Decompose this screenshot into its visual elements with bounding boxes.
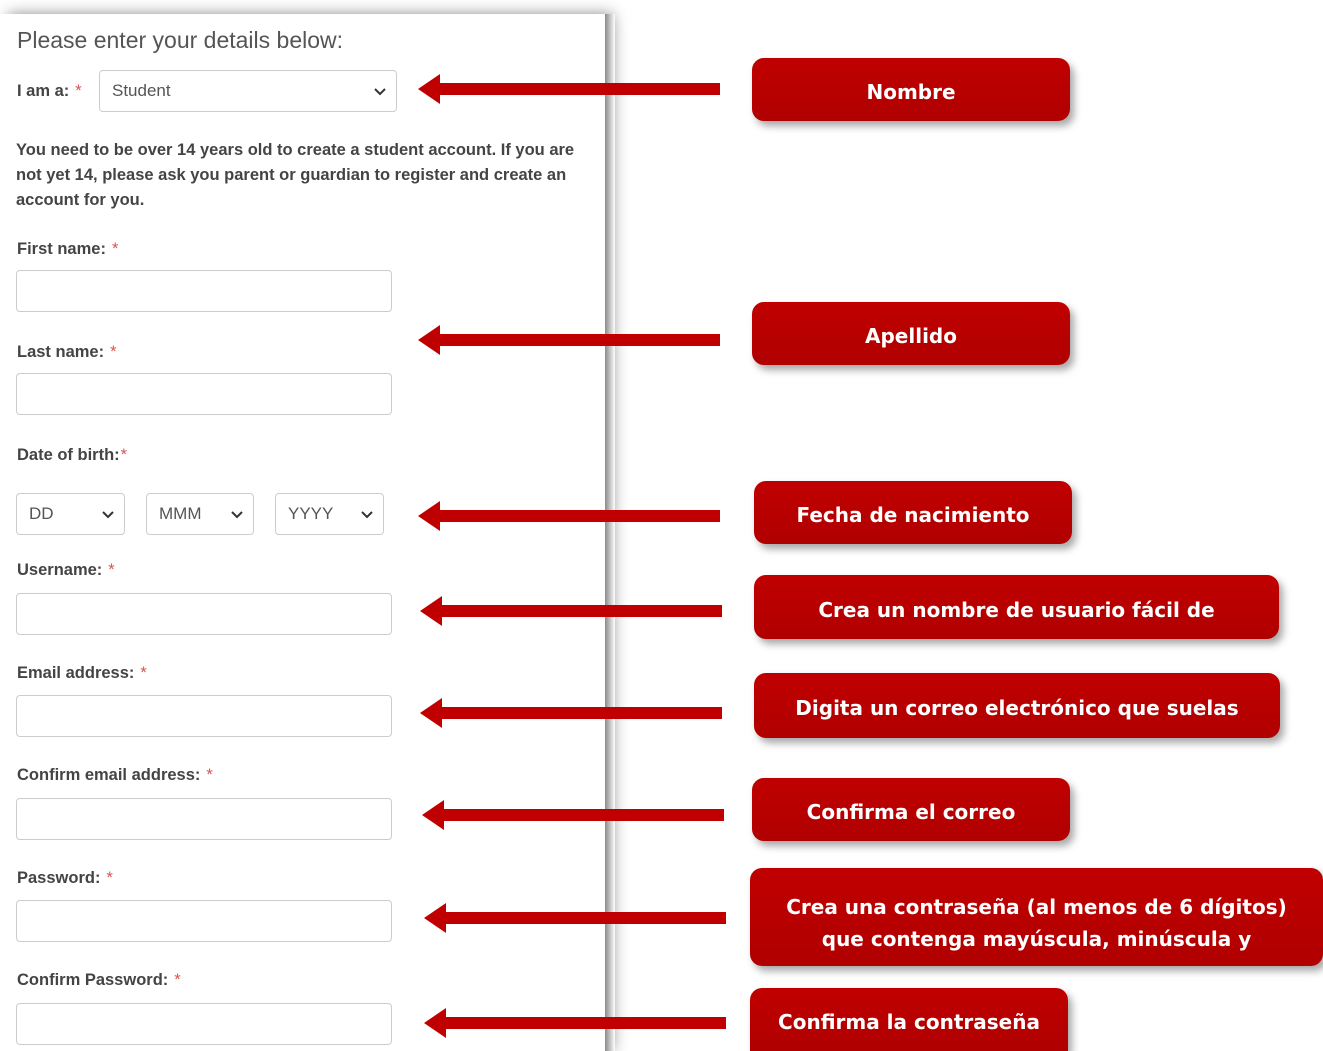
username-label-text: Username: — [17, 561, 103, 579]
dob-label-text: Date of birth: — [17, 446, 120, 464]
arrow-left-icon — [418, 501, 720, 531]
chevron-down-icon — [231, 511, 243, 519]
email-label-text: Email address: — [17, 664, 135, 682]
required-marker: * — [120, 446, 128, 464]
callout-usuario-text: Crea un nombre de usuario fácil de — [818, 598, 1215, 622]
callout-confirma-contrasena: Confirma la contraseña — [750, 988, 1068, 1051]
callout-apellido-text: Apellido — [865, 324, 957, 348]
last-name-input[interactable] — [16, 373, 392, 415]
dob-year-select[interactable]: YYYY — [275, 493, 384, 535]
required-marker: * — [110, 343, 117, 361]
age-notice: You need to be over 14 years old to crea… — [16, 141, 575, 209]
confirm-password-label: Confirm Password: * — [17, 971, 181, 990]
required-marker: * — [106, 869, 113, 887]
dob-day-select[interactable]: DD — [16, 493, 125, 535]
callout-nombre: Nombre — [752, 58, 1070, 121]
callout-fecha-nacimiento: Fecha de nacimiento — [754, 481, 1072, 544]
callout-contrasena-line1: Crea una contraseña (al menos de 6 dígit… — [786, 895, 1287, 919]
dob-month-select[interactable]: MMM — [146, 493, 254, 535]
callout-confirma-correo-text: Confirma el correo — [806, 800, 1016, 824]
chevron-down-icon — [361, 511, 373, 519]
callout-contrasena-line2: que contenga mayúscula, minúscula y — [821, 927, 1252, 951]
arrow-left-icon — [420, 596, 722, 626]
last-name-label-text: Last name: — [17, 343, 105, 361]
first-name-input[interactable] — [16, 270, 392, 312]
confirm-email-input[interactable] — [16, 798, 392, 840]
required-marker: * — [206, 766, 213, 784]
i-am-label: I am a: * — [17, 82, 82, 101]
required-marker: * — [140, 664, 147, 682]
callout-fecha-text: Fecha de nacimiento — [796, 503, 1030, 527]
i-am-label-text: I am a: — [17, 82, 70, 100]
required-marker: * — [174, 971, 181, 989]
username-input[interactable] — [16, 593, 392, 635]
chevron-down-icon — [102, 511, 114, 519]
required-marker: * — [75, 82, 82, 100]
password-label: Password: * — [17, 869, 113, 888]
chevron-down-icon — [374, 88, 386, 96]
panel-shadow — [605, 14, 615, 1051]
confirm-email-label: Confirm email address: * — [17, 766, 213, 785]
i-am-select[interactable]: Student — [99, 70, 397, 112]
callout-nombre-text: Nombre — [866, 80, 956, 104]
callout-usuario: Crea un nombre de usuario fácil de — [754, 575, 1279, 639]
form-title: Please enter your details below: — [17, 27, 344, 53]
arrow-left-icon — [424, 1008, 726, 1038]
callout-contrasena: Crea una contraseña (al menos de 6 dígit… — [750, 868, 1323, 966]
confirm-password-label-text: Confirm Password: — [17, 971, 169, 989]
dob-year-value: YYYY — [288, 504, 334, 523]
arrow-left-icon — [418, 74, 720, 104]
confirm-email-label-text: Confirm email address: — [17, 766, 201, 784]
callout-confirma-correo: Confirma el correo — [752, 778, 1070, 841]
password-input[interactable] — [16, 900, 392, 942]
password-label-text: Password: — [17, 869, 101, 887]
callout-correo: Digita un correo electrónico que suelas — [754, 673, 1280, 738]
last-name-label: Last name: * — [17, 343, 117, 362]
email-label: Email address: * — [17, 664, 147, 683]
arrow-left-icon — [418, 325, 720, 355]
dob-month-value: MMM — [159, 504, 202, 523]
first-name-label-text: First name: — [17, 240, 106, 258]
confirm-password-input[interactable] — [16, 1003, 392, 1045]
dob-day-value: DD — [29, 504, 54, 523]
arrow-left-icon — [422, 800, 724, 830]
arrow-left-icon — [424, 903, 726, 933]
callout-correo-text: Digita un correo electrónico que suelas — [795, 696, 1239, 720]
arrow-left-icon — [420, 698, 722, 728]
callout-confirma-contrasena-text: Confirma la contraseña — [778, 1010, 1040, 1034]
username-label: Username: * — [17, 561, 115, 580]
email-input[interactable] — [16, 695, 392, 737]
first-name-label: First name: * — [17, 240, 118, 259]
required-marker: * — [108, 561, 115, 579]
callout-apellido: Apellido — [752, 302, 1070, 365]
dob-label: Date of birth:* — [17, 446, 127, 465]
i-am-select-value: Student — [112, 81, 171, 100]
required-marker: * — [111, 240, 119, 258]
